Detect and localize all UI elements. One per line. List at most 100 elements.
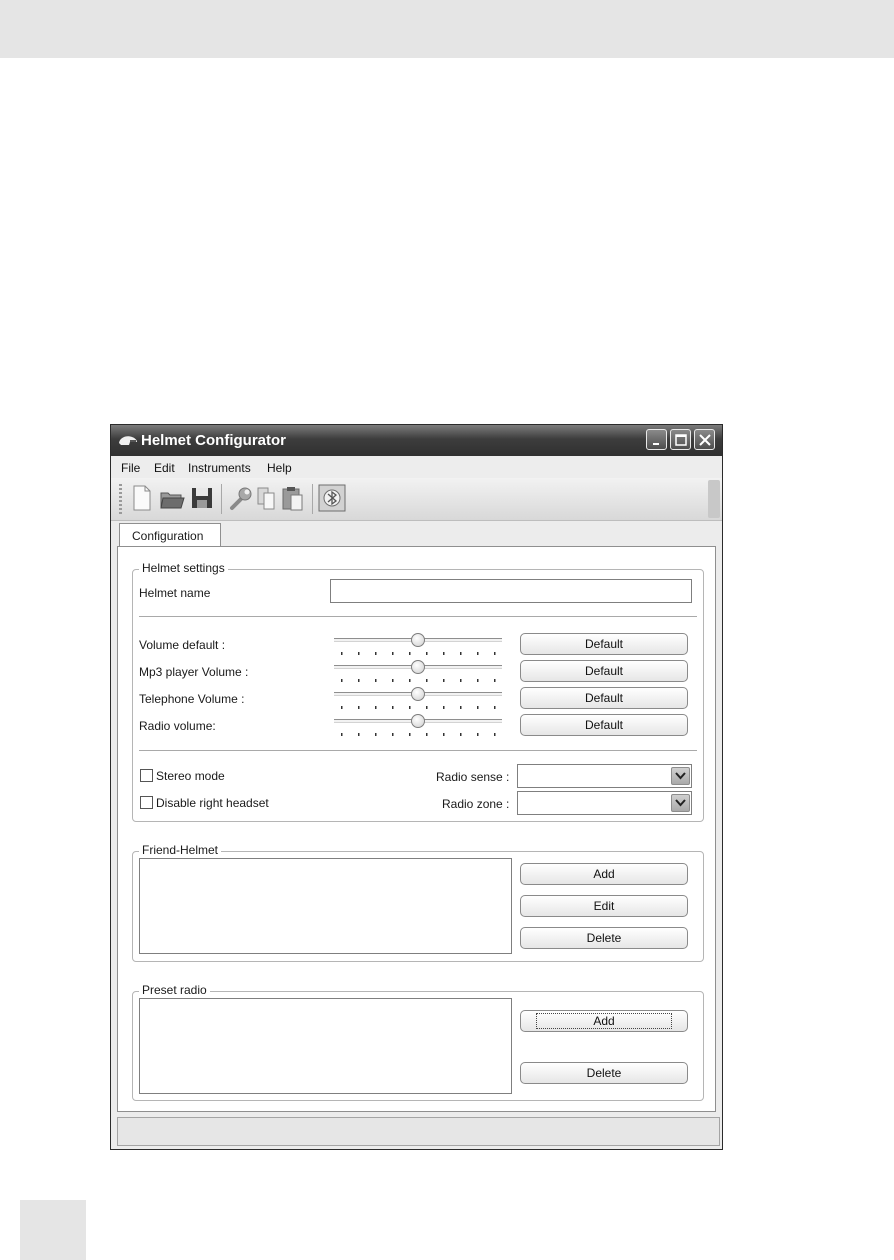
slider-tick — [341, 733, 343, 736]
preset-radio-add-button[interactable]: Add — [520, 1010, 688, 1032]
slider-tick — [460, 733, 462, 736]
page-corner-tab — [20, 1200, 86, 1260]
wrench-icon[interactable] — [228, 484, 254, 512]
slider-tick — [341, 679, 343, 682]
slider-tick — [375, 679, 377, 682]
toolbar-overflow-chevron[interactable] — [708, 480, 720, 518]
slider-tick — [494, 679, 496, 682]
minimize-icon — [653, 443, 659, 445]
helmet-name-label: Helmet name — [139, 586, 211, 600]
friend-helmet-edit-button[interactable]: Edit — [520, 895, 688, 917]
open-folder-icon[interactable] — [159, 484, 185, 512]
slider-tick — [392, 679, 394, 682]
volume-default-label: Volume default : — [139, 638, 226, 652]
minimize-button[interactable] — [646, 429, 667, 450]
radio-zone-label: Radio zone : — [442, 797, 510, 811]
slider-tick — [409, 706, 411, 709]
disable-right-headset-checkbox[interactable] — [140, 796, 153, 809]
slider-tick — [358, 679, 360, 682]
mp3-volume-slider[interactable] — [334, 660, 502, 686]
slider-tick — [392, 652, 394, 655]
slider-tick — [426, 706, 428, 709]
slider-tick — [443, 733, 445, 736]
helmet-name-input[interactable] — [330, 579, 692, 603]
slider-tick — [426, 652, 428, 655]
slider-tick — [494, 733, 496, 736]
stereo-mode-checkbox[interactable] — [140, 769, 153, 782]
helmet-app-icon — [119, 436, 137, 445]
window-title: Helmet Configurator — [141, 432, 287, 449]
friend-helmet-add-button[interactable]: Add — [520, 863, 688, 885]
radio-volume-slider[interactable] — [334, 714, 502, 740]
paste-icon[interactable] — [280, 484, 306, 512]
mp3-volume-default-button[interactable]: Default — [520, 660, 688, 682]
menu-instruments[interactable]: Instruments — [188, 461, 251, 475]
status-bar — [117, 1117, 720, 1146]
slider-tick — [409, 652, 411, 655]
slider-tick — [494, 706, 496, 709]
slider-tick — [375, 733, 377, 736]
divider — [139, 750, 697, 751]
close-button[interactable] — [694, 429, 715, 450]
menu-edit[interactable]: Edit — [154, 461, 175, 475]
slider-thumb[interactable] — [411, 660, 425, 674]
slider-tick — [443, 679, 445, 682]
close-icon — [699, 434, 711, 446]
title-bar[interactable]: Helmet Configurator — [111, 425, 722, 456]
friend-helmet-list[interactable] — [139, 858, 512, 954]
tab-configuration[interactable]: Configuration — [119, 523, 221, 547]
slider-tick — [443, 652, 445, 655]
slider-tick — [341, 652, 343, 655]
disable-right-headset-label: Disable right headset — [156, 796, 269, 810]
save-icon[interactable] — [189, 484, 215, 512]
mp3-volume-label: Mp3 player Volume : — [139, 665, 249, 679]
radio-volume-default-button[interactable]: Default — [520, 714, 688, 736]
slider-tick — [443, 706, 445, 709]
copy-icon[interactable] — [254, 484, 280, 512]
tab-configuration-label: Configuration — [132, 529, 204, 543]
new-file-icon[interactable] — [129, 484, 155, 512]
toolbar-grip[interactable] — [119, 484, 122, 514]
stereo-mode-label: Stereo mode — [156, 769, 225, 783]
menu-file[interactable]: File — [121, 461, 140, 475]
radio-volume-label: Radio volume: — [139, 719, 216, 733]
slider-tick — [409, 679, 411, 682]
slider-thumb[interactable] — [411, 687, 425, 701]
slider-tick — [460, 679, 462, 682]
radio-zone-select[interactable] — [517, 791, 692, 815]
chevron-down-icon[interactable] — [671, 794, 690, 812]
radio-sense-select[interactable] — [517, 764, 692, 788]
slider-tick — [460, 706, 462, 709]
volume-default-slider[interactable] — [334, 633, 502, 659]
chevron-down-icon[interactable] — [671, 767, 690, 785]
preset-radio-group: Preset radio Add Delete — [132, 983, 704, 1101]
toolbar-separator — [312, 484, 313, 514]
helmet-settings-group: Helmet settings Helmet name Volume defau… — [132, 561, 704, 822]
friend-helmet-legend: Friend-Helmet — [139, 843, 222, 857]
menu-help[interactable]: Help — [267, 461, 292, 475]
slider-ticks — [341, 652, 496, 655]
slider-tick — [426, 679, 428, 682]
slider-tick — [358, 706, 360, 709]
divider — [139, 616, 697, 617]
volume-default-button[interactable]: Default — [520, 633, 688, 655]
slider-tick — [477, 679, 479, 682]
bluetooth-icon[interactable] — [318, 484, 346, 512]
slider-thumb[interactable] — [411, 633, 425, 647]
preset-radio-legend: Preset radio — [139, 983, 210, 997]
slider-tick — [460, 652, 462, 655]
slider-tick — [358, 652, 360, 655]
slider-ticks — [341, 733, 496, 736]
slider-tick — [409, 733, 411, 736]
slider-ticks — [341, 706, 496, 709]
telephone-volume-default-button[interactable]: Default — [520, 687, 688, 709]
maximize-button[interactable] — [670, 429, 691, 450]
friend-helmet-delete-button[interactable]: Delete — [520, 927, 688, 949]
slider-tick — [392, 733, 394, 736]
slider-thumb[interactable] — [411, 714, 425, 728]
telephone-volume-slider[interactable] — [334, 687, 502, 713]
preset-radio-list[interactable] — [139, 998, 512, 1094]
preset-radio-delete-button[interactable]: Delete — [520, 1062, 688, 1084]
toolbar-separator — [221, 484, 222, 514]
radio-sense-label: Radio sense : — [436, 770, 510, 784]
